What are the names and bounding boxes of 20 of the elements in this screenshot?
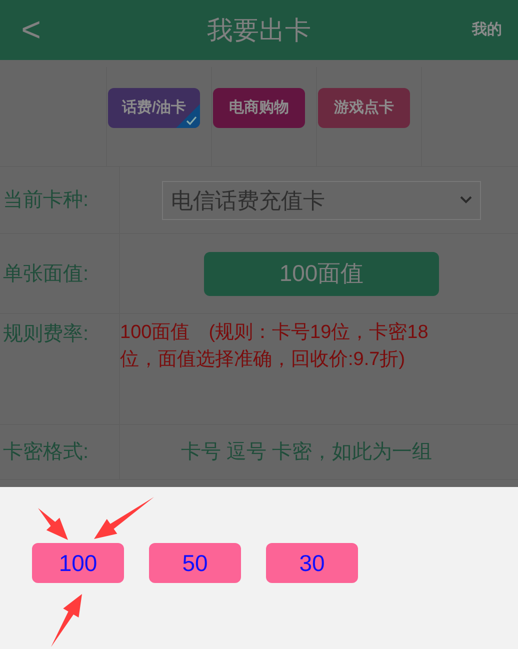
back-button[interactable]: < bbox=[16, 13, 46, 47]
category-tab[interactable]: 话费/油卡 bbox=[108, 88, 200, 128]
chevron-down-icon bbox=[460, 196, 472, 204]
rule-text: 100面值 (规则：卡号19位，卡密18位，面值选择准确，回收价:9.7折) bbox=[120, 321, 430, 372]
category-tab[interactable]: 游戏点卡 bbox=[318, 88, 410, 128]
format-text: 卡号 逗号 卡密，如此为一组 bbox=[181, 440, 432, 465]
page-title: 我要出卡 bbox=[207, 14, 311, 46]
field-label: 单张面值: bbox=[2, 262, 89, 286]
value-option[interactable]: 50 bbox=[149, 543, 241, 583]
pointer-arrow bbox=[38, 508, 68, 540]
face-value-button[interactable]: 100面值 bbox=[204, 252, 439, 296]
pointer-arrow bbox=[51, 594, 82, 647]
value-option[interactable]: 30 bbox=[266, 543, 358, 583]
value-option[interactable]: 100 bbox=[32, 543, 124, 583]
mine-link[interactable]: 我的 bbox=[472, 18, 502, 42]
category-tab[interactable]: 电商购物 bbox=[213, 88, 305, 128]
pointer-arrow bbox=[94, 497, 154, 539]
field-label: 规则费率: bbox=[2, 322, 89, 347]
field-label: 卡密格式: bbox=[2, 440, 89, 465]
field-label: 当前卡种: bbox=[2, 188, 89, 213]
